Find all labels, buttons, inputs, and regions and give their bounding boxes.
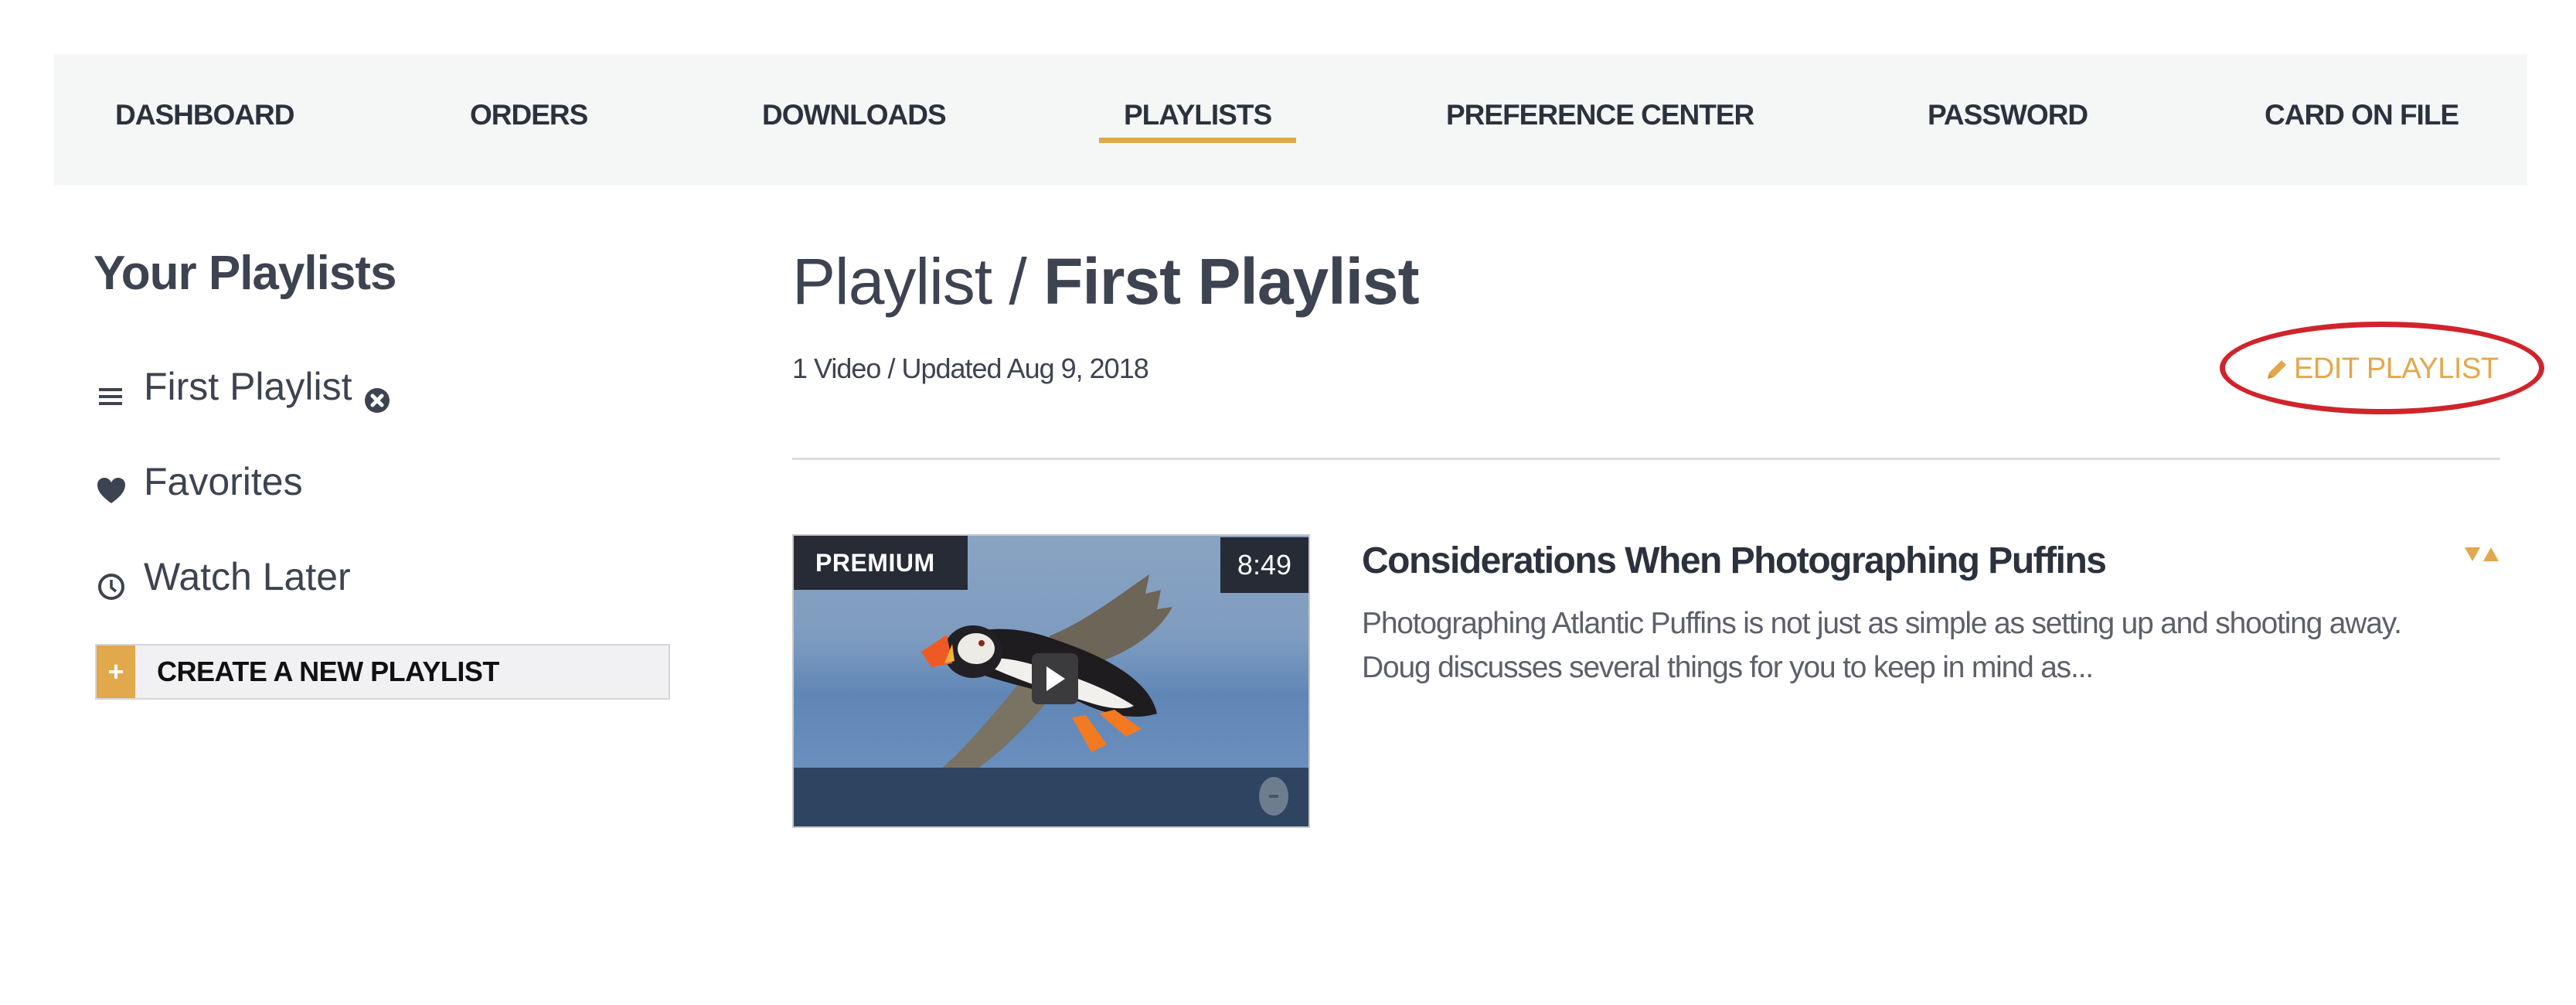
nav-tab-downloads[interactable]: DOWNLOADS [762,54,947,186]
nav-tab-dashboard[interactable]: DASHBOARD [115,54,294,186]
sidebar-item-watch-later[interactable]: Watch Later [96,550,351,604]
remove-video-button[interactable] [1259,777,1288,816]
pencil-icon [2268,359,2286,379]
premium-badge: PREMIUM [794,536,968,590]
play-button[interactable] [1032,653,1078,704]
hamburger-icon [96,371,127,405]
video-title[interactable]: Considerations When Photographing Puffin… [1362,540,2107,582]
edit-playlist-button[interactable]: EDIT PLAYLIST [2265,353,2499,386]
minus-icon [1269,795,1278,798]
playlist-meta: 1 Video / Updated Aug 9, 2018 [792,353,1149,384]
nav-tab-orders[interactable]: ORDERS [470,54,588,186]
header-divider [792,458,2500,460]
heart-icon [96,466,127,503]
video-thumbnail[interactable]: PREMIUM 8:49 [792,534,1310,828]
create-new-playlist-button[interactable]: + CREATE A NEW PLAYLIST [95,644,670,700]
account-nav-bar: DASHBOARD ORDERS DOWNLOADS PLAYLISTS PRE… [54,54,2527,186]
video-description: Photographing Atlantic Puffins is not ju… [1362,607,2402,684]
remove-circle-icon[interactable] [364,373,390,413]
edit-playlist-label: EDIT PLAYLIST [2294,353,2499,385]
thumbnail-bottom-band [794,768,1308,826]
nav-tab-password[interactable]: PASSWORD [1928,54,2088,186]
nav-tab-card-on-file[interactable]: CARD ON FILE [2265,54,2459,186]
sidebar-item-first-playlist[interactable]: First Playlist [96,359,390,414]
plus-icon: + [97,646,135,698]
page-title-prefix: Playlist / [792,245,1044,318]
page-title: Playlist / First Playlist [792,244,1420,319]
sidebar-item-label: First Playlist [144,365,352,408]
nav-tab-preference-center[interactable]: PREFERENCE CENTER [1446,54,1754,186]
playlist-name: First Playlist [1043,245,1420,318]
sidebar-item-favorites[interactable]: Favorites [96,455,303,509]
reorder-icon[interactable] [2463,546,2500,563]
sidebar-title: Your Playlists [94,247,396,300]
clock-icon [96,561,127,600]
sidebar-item-label: Watch Later [144,555,351,598]
video-duration: 8:49 [1220,537,1308,593]
play-icon [1046,666,1065,691]
create-playlist-label: CREATE A NEW PLAYLIST [157,656,499,687]
nav-tab-playlists[interactable]: PLAYLISTS [1098,54,1297,186]
sidebar-item-label: Favorites [144,460,303,503]
